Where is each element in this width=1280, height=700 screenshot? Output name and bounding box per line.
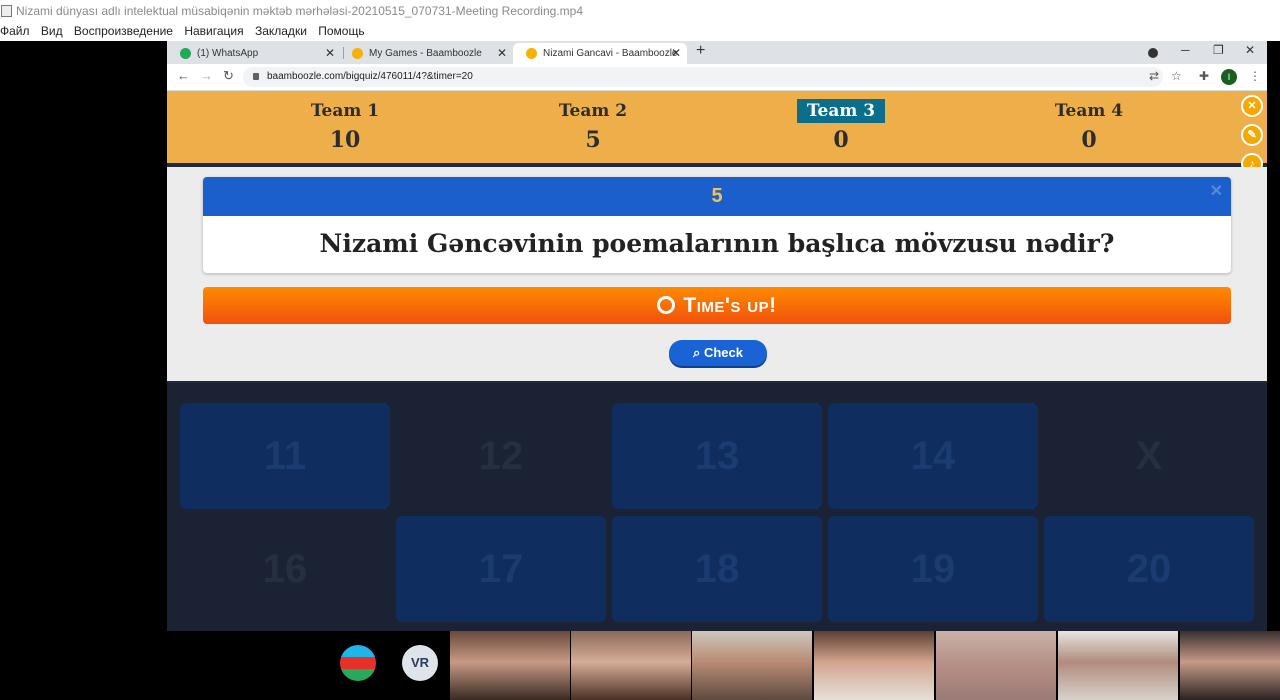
menu-navigation[interactable]: Навигация bbox=[184, 24, 243, 38]
browser-window: (1) WhatsApp ✕ My Games - Baamboozle ✕ N… bbox=[167, 41, 1267, 631]
team-3[interactable]: Team 3 0 bbox=[761, 99, 921, 153]
whatsapp-icon bbox=[180, 48, 191, 59]
participant-video[interactable] bbox=[450, 631, 570, 700]
azerbaijan-flag-avatar[interactable] bbox=[340, 645, 376, 681]
restore-icon[interactable]: ❐ bbox=[1213, 43, 1224, 57]
board-tile[interactable]: 14 bbox=[828, 403, 1038, 509]
board-tile[interactable]: X bbox=[1044, 403, 1254, 509]
participant-video[interactable] bbox=[1058, 631, 1178, 700]
team-name: Team 2 bbox=[558, 101, 628, 121]
board-tile[interactable]: 17 bbox=[396, 516, 606, 622]
team-4[interactable]: Team 4 0 bbox=[1009, 99, 1169, 153]
times-up-banner: Time's up! bbox=[203, 287, 1231, 324]
menu-dots-icon[interactable]: ⋮ bbox=[1249, 69, 1261, 83]
tab-my-games[interactable]: My Games - Baamboozle ✕ bbox=[339, 43, 513, 64]
menu-playback[interactable]: Воспроизведение bbox=[74, 24, 173, 38]
menu-bookmarks[interactable]: Закладки bbox=[255, 24, 307, 38]
baamboozle-icon bbox=[352, 48, 363, 59]
board-tile[interactable]: 20 bbox=[1044, 516, 1254, 622]
close-game-icon[interactable]: ✕ bbox=[1241, 95, 1263, 117]
clock-icon bbox=[657, 296, 676, 314]
profile-avatar[interactable]: I bbox=[1221, 69, 1237, 85]
times-up-text: Time's up! bbox=[683, 294, 777, 317]
window-close-icon[interactable]: ✕ bbox=[1245, 43, 1255, 57]
question-card: 5 ✕ Nizami Gəncəvinin poemalarının başlı… bbox=[203, 177, 1231, 273]
team-name: Team 4 bbox=[1054, 101, 1124, 121]
player-menu-bar: Файл Вид Воспроизведение Навигация Закла… bbox=[0, 22, 1280, 41]
participant-video[interactable] bbox=[1180, 631, 1280, 700]
back-icon[interactable]: ← bbox=[177, 68, 190, 83]
tab-strip: (1) WhatsApp ✕ My Games - Baamboozle ✕ N… bbox=[167, 41, 1267, 64]
new-tab-button[interactable]: + bbox=[696, 42, 705, 60]
question-panel: 5 ✕ Nizami Gəncəvinin poemalarının başlı… bbox=[167, 167, 1267, 381]
url-text: baamboozle.com/bigquiz/476011/4?&timer=2… bbox=[267, 71, 473, 82]
participant-video[interactable] bbox=[692, 631, 812, 700]
video-file-name: Nizami dünyası adlı intelektual müsabiqə… bbox=[16, 4, 583, 18]
forward-icon[interactable]: → bbox=[200, 68, 213, 83]
baamboozle-icon bbox=[526, 48, 537, 59]
board-tile[interactable]: 19 bbox=[828, 516, 1038, 622]
lock-icon bbox=[253, 73, 259, 80]
menu-help[interactable]: Помощь bbox=[318, 24, 364, 38]
team-1[interactable]: Team 1 10 bbox=[265, 99, 425, 153]
board-tile[interactable]: 11 bbox=[180, 403, 390, 509]
player-title-bar: Nizami dünyası adlı intelektual müsabiqə… bbox=[0, 0, 1280, 22]
participant-avatar[interactable]: VR bbox=[402, 645, 438, 681]
close-icon[interactable]: ✕ bbox=[671, 43, 681, 64]
reload-icon[interactable]: ↻ bbox=[223, 68, 234, 84]
tab-label: My Games - Baamboozle bbox=[369, 48, 482, 59]
team-score: 0 bbox=[1081, 127, 1097, 153]
team-score: 5 bbox=[585, 127, 601, 153]
edit-pencil-icon[interactable]: ✎ bbox=[1241, 124, 1263, 146]
address-bar[interactable]: baamboozle.com/bigquiz/476011/4?&timer=2… bbox=[243, 67, 1163, 87]
question-text: Nizami Gəncəvinin poemalarının başlıca m… bbox=[319, 229, 1115, 258]
tab-whatsapp[interactable]: (1) WhatsApp ✕ bbox=[167, 43, 341, 64]
menu-view[interactable]: Вид bbox=[41, 24, 63, 38]
check-label: Check bbox=[703, 345, 743, 360]
extensions-icon[interactable]: ✚ bbox=[1199, 69, 1209, 83]
menu-file[interactable]: Файл bbox=[0, 24, 30, 38]
question-points: 5 bbox=[203, 177, 1231, 216]
tab-label: Nizami Gancavi - Baamboozle bbox=[543, 48, 678, 59]
close-question-icon[interactable]: ✕ bbox=[1210, 181, 1223, 201]
minimize-icon[interactable]: ─ bbox=[1181, 43, 1190, 57]
team-scoreboard: Team 1 10 Team 2 5 Team 3 0 Team 4 0 ✕ ✎… bbox=[167, 91, 1267, 175]
tab-label: (1) WhatsApp bbox=[197, 48, 259, 59]
board-tile[interactable]: 13 bbox=[612, 403, 822, 509]
browser-toolbar: ← → ↻ baamboozle.com/bigquiz/476011/4?&t… bbox=[167, 64, 1267, 91]
team-name: Team 3 bbox=[796, 99, 886, 123]
close-icon[interactable]: ✕ bbox=[497, 43, 507, 64]
board-tile[interactable]: 12 bbox=[396, 403, 606, 509]
bookmark-star-icon[interactable]: ☆ bbox=[1171, 69, 1182, 83]
participant-video[interactable] bbox=[571, 631, 691, 700]
team-name: Team 1 bbox=[310, 101, 380, 121]
board-tile[interactable]: 18 bbox=[612, 516, 822, 622]
participant-video[interactable] bbox=[936, 631, 1056, 700]
board-tile[interactable]: 16 bbox=[180, 516, 390, 622]
tab-nizami-gancavi[interactable]: Nizami Gancavi - Baamboozle ✕ bbox=[513, 43, 687, 64]
check-button[interactable]: ⌕ Check bbox=[669, 340, 767, 366]
team-2[interactable]: Team 2 5 bbox=[513, 99, 673, 153]
team-score: 10 bbox=[329, 127, 361, 153]
media-control-icon[interactable] bbox=[1148, 48, 1158, 58]
video-file-icon bbox=[1, 5, 12, 17]
search-icon: ⌕ bbox=[693, 345, 701, 360]
participant-video[interactable] bbox=[814, 631, 934, 700]
participant-strip: VR bbox=[0, 631, 1280, 700]
question-board: 11 12 13 14 X 16 17 18 19 20 bbox=[167, 383, 1267, 631]
translate-icon[interactable]: ⇄ bbox=[1149, 69, 1159, 83]
baamboozle-page: Team 1 10 Team 2 5 Team 3 0 Team 4 0 ✕ ✎… bbox=[167, 91, 1267, 631]
close-icon[interactable]: ✕ bbox=[325, 43, 335, 64]
team-score: 0 bbox=[833, 127, 849, 153]
